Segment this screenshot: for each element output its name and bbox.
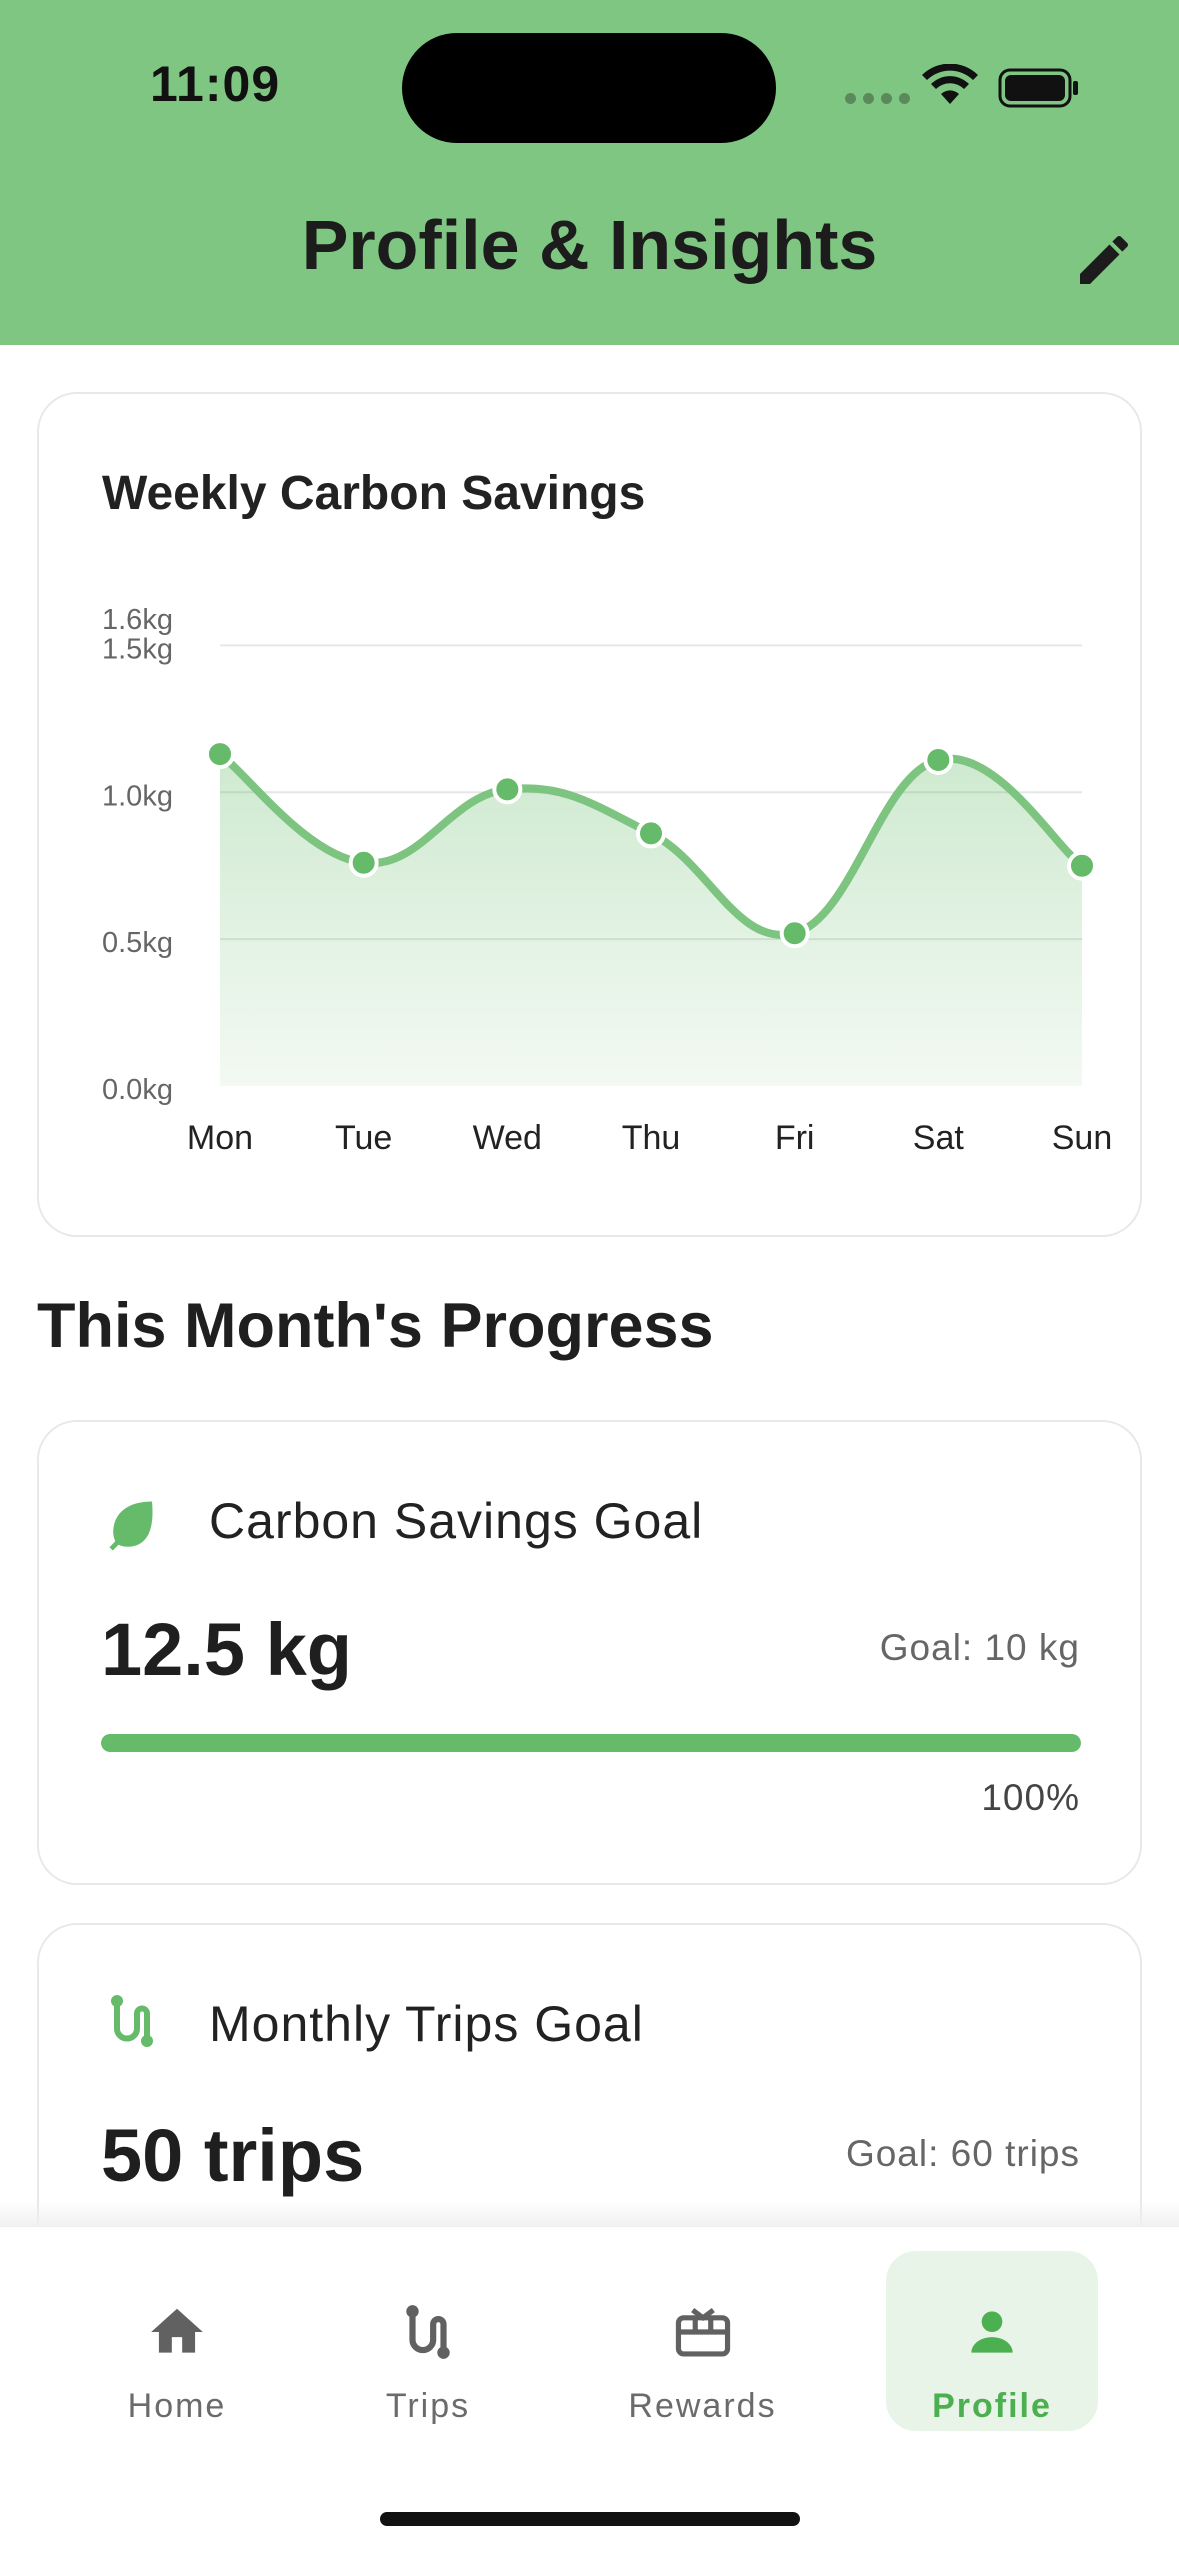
- nav-label: Rewards: [628, 2387, 777, 2425]
- route-icon: [406, 2305, 450, 2359]
- leaf-icon: [109, 1501, 153, 1551]
- section-title: This Month's Progress: [37, 1291, 714, 1361]
- weekly-carbon-chart: 0.0kg 0.5kg 1.0kg 1.5kg1.6kg Mon Tue Wed Thu Fri…: [102, 604, 1113, 1157]
- home-indicator: [380, 2512, 800, 2526]
- data-point: [923, 744, 954, 775]
- nav-item-home[interactable]: Home: [97, 2251, 257, 2431]
- y-tick-label: 1.0kg: [102, 780, 173, 812]
- nav-item-rewards[interactable]: Rewards: [610, 2251, 795, 2431]
- y-tick-label: 0.5kg: [102, 927, 173, 959]
- data-point: [779, 918, 810, 949]
- gift-card-icon: [675, 2307, 730, 2357]
- nav-label: Trips: [385, 2387, 471, 2425]
- bottom-nav: Home Trips Rewards Profile: [0, 2226, 1179, 2556]
- goal-target: Goal: 10 kg: [879, 1627, 1080, 1668]
- y-tick-label: 0.0kg: [102, 1074, 173, 1106]
- weekly-chart-card: Weekly Carbon Savings 0.0kg 0.5kg 1.0kg 1.5…: [37, 392, 1142, 1237]
- progress-percent: 100%: [981, 1777, 1080, 1818]
- progress-bar: [101, 1734, 1081, 1752]
- progress-fill: [101, 1734, 1081, 1752]
- pencil-icon[interactable]: [1072, 228, 1136, 292]
- data-point: [1067, 850, 1097, 881]
- x-tick-label: Tue: [335, 1119, 392, 1157]
- page-title: Profile & Insights: [301, 206, 878, 284]
- status-time: 11:09: [150, 56, 281, 112]
- chart-area: [220, 754, 1082, 1086]
- data-point: [492, 774, 523, 805]
- data-point: [205, 739, 235, 770]
- data-point: [636, 818, 666, 849]
- goal-value: 50 trips: [101, 2114, 365, 2197]
- nav-item-profile[interactable]: Profile: [886, 2251, 1098, 2431]
- route-icon: [111, 1995, 153, 2047]
- wifi-icon: [922, 64, 978, 104]
- goal-value: 12.5 kg: [101, 1608, 352, 1691]
- x-tick-label: Fri: [775, 1119, 815, 1157]
- goal-title: Monthly Trips Goal: [209, 1996, 644, 2052]
- goal-title: Carbon Savings Goal: [209, 1493, 704, 1549]
- battery-icon: [998, 68, 1078, 108]
- x-tick-label: Mon: [187, 1119, 253, 1157]
- cellular-signal-icon: [845, 93, 910, 104]
- x-tick-label: Sat: [913, 1119, 965, 1157]
- home-icon: [151, 2308, 203, 2353]
- app-header: 11:09 Profile & Insights: [0, 0, 1179, 345]
- y-tick-label: 1.5kg: [102, 633, 173, 665]
- goal-target: Goal: 60 trips: [845, 2133, 1080, 2174]
- x-tick-label: Thu: [622, 1119, 681, 1157]
- dynamic-island: [402, 33, 776, 143]
- y-tick-label: 1.6kg: [102, 604, 173, 636]
- nav-label: Home: [127, 2387, 227, 2425]
- carbon-goal-card[interactable]: Carbon Savings Goal 12.5 kg Goal: 10 kg …: [37, 1420, 1142, 1885]
- person-icon: [971, 2311, 1013, 2353]
- nav-shadow: [0, 2200, 1179, 2226]
- nav-item-trips[interactable]: Trips: [348, 2251, 508, 2431]
- data-point: [348, 847, 379, 878]
- x-tick-label: Sun: [1052, 1119, 1113, 1157]
- x-tick-label: Wed: [473, 1119, 542, 1157]
- nav-label: Profile: [932, 2387, 1052, 2425]
